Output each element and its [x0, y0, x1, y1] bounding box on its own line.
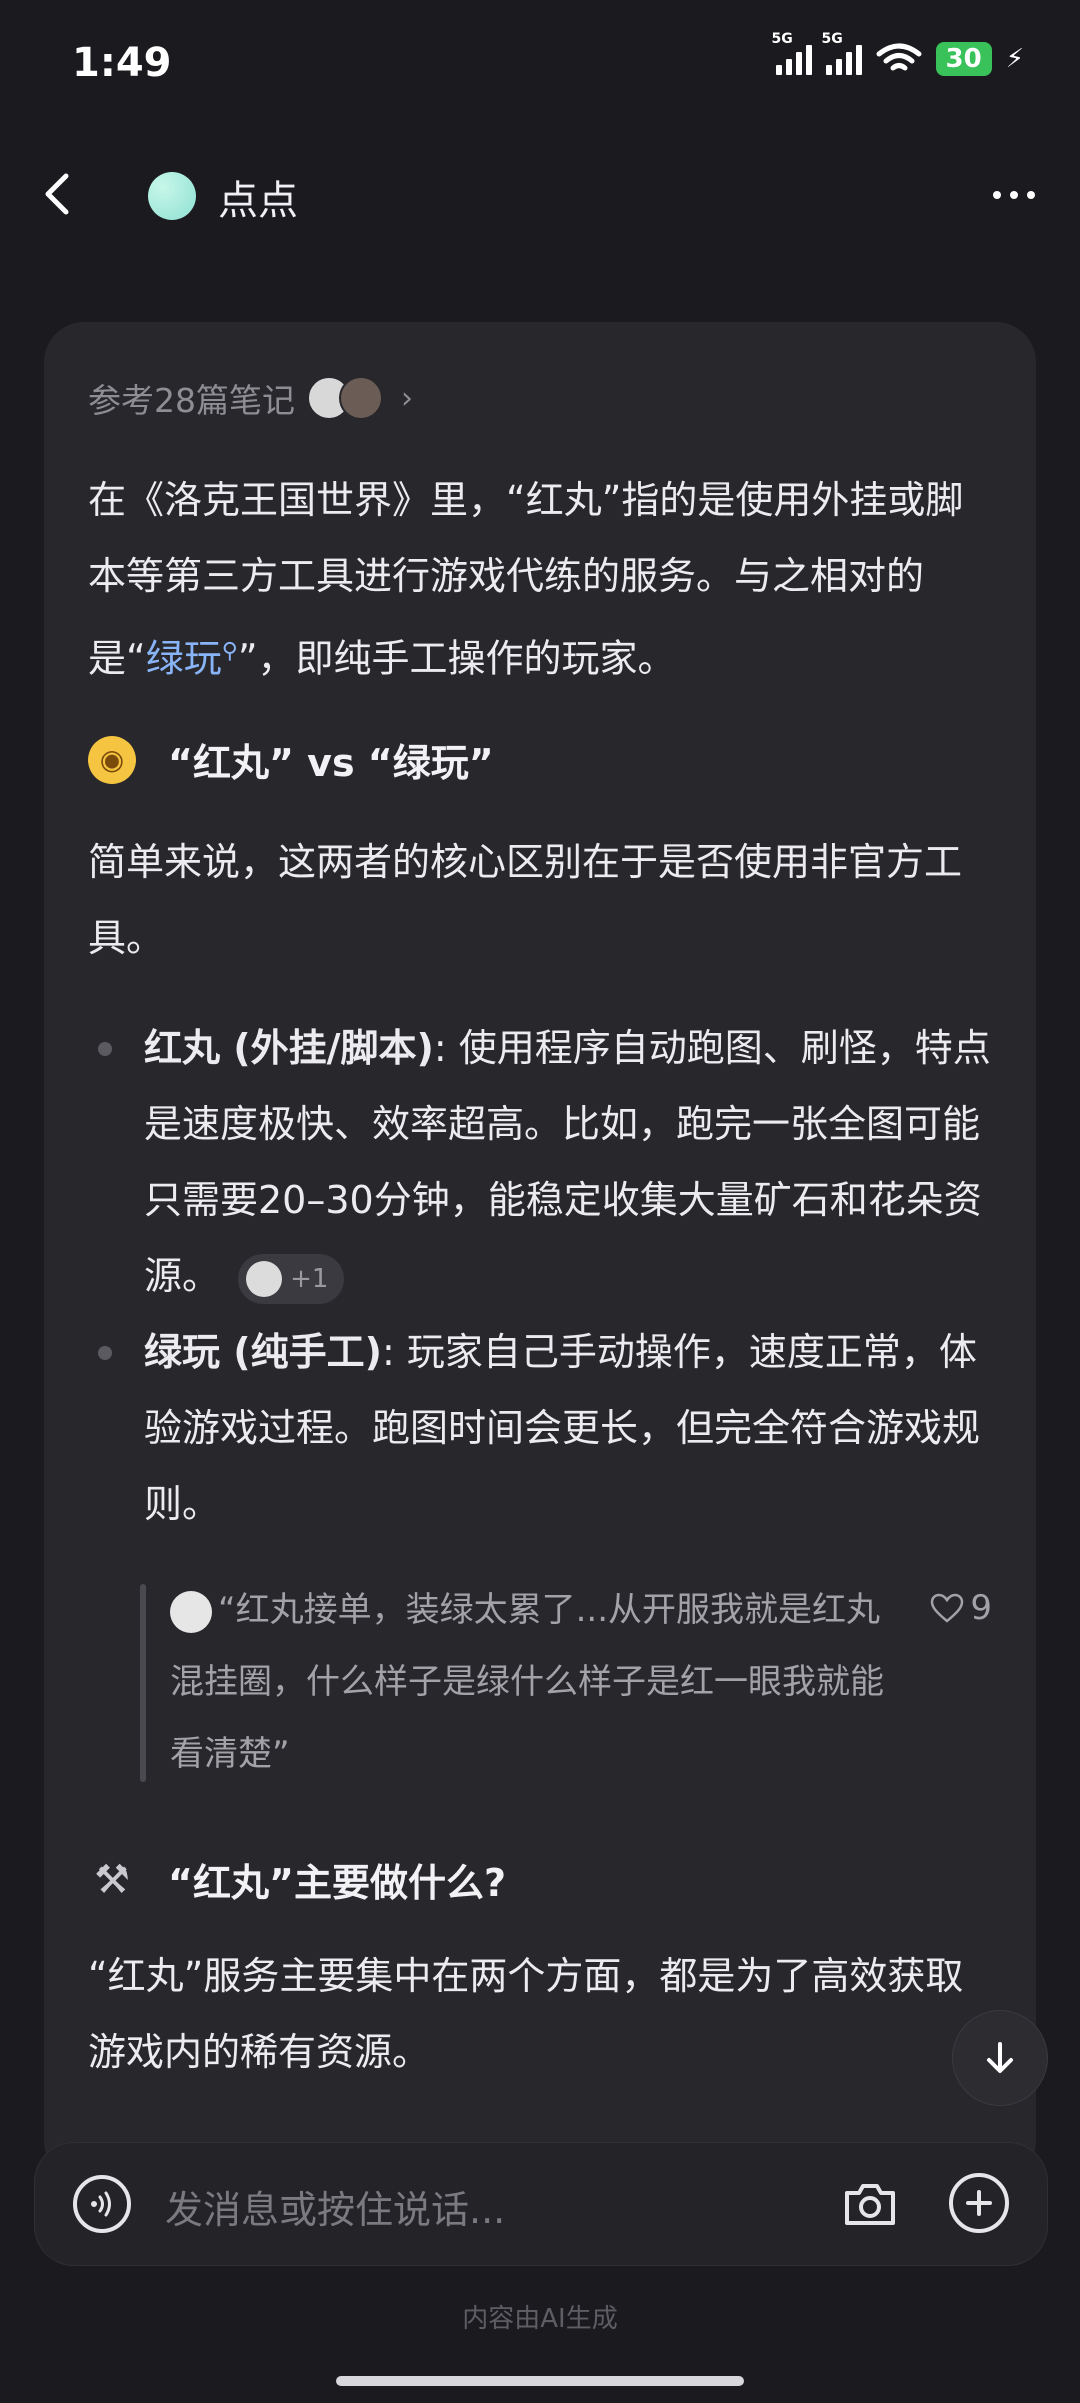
- avatar: [170, 1590, 212, 1633]
- section-heading: ◉ “红丸” vs “绿玩”: [88, 732, 494, 787]
- status-icons: 5G 5G 30 ⚡: [772, 31, 1024, 76]
- add-button[interactable]: [949, 2173, 1009, 2233]
- charging-icon: ⚡: [1005, 44, 1024, 74]
- references-row[interactable]: 参考28篇笔记 ›: [88, 374, 413, 422]
- message-input[interactable]: 发消息或按住说话...: [165, 2179, 505, 2234]
- like-button[interactable]: 9: [930, 1588, 992, 1628]
- dot-icon: [1010, 191, 1018, 199]
- voice-button[interactable]: [73, 2175, 131, 2233]
- top-nav: 点点: [0, 150, 1080, 240]
- more-options-button[interactable]: [984, 170, 1044, 220]
- heart-icon: [931, 1593, 964, 1623]
- chevron-right-icon: ›: [401, 380, 413, 416]
- list-item: 绿玩 (纯手工): 玩家自己手动操作，速度正常，体验游戏过程。跑图时间会更长，但…: [88, 1314, 992, 1542]
- arrow-down-icon: [987, 2042, 1013, 2073]
- back-button[interactable]: [30, 164, 90, 224]
- wifi-icon: [876, 43, 922, 71]
- bot-avatar[interactable]: [148, 172, 196, 220]
- list-item: 红丸 (外挂/脚本): 使用程序自动跑图、刷怪，特点是速度极快、效率超高。比如，…: [88, 1010, 992, 1314]
- bullet-icon: [98, 1042, 112, 1056]
- hammer-wrench-icon: ⚒: [94, 1856, 130, 1903]
- ai-disclaimer: 内容由AI生成: [462, 2304, 618, 2334]
- home-indicator[interactable]: [336, 2376, 744, 2386]
- answer-card: 参考28篇笔记 › 在《洛克王国世界》里，“红丸”指的是使用外挂或脚本等第三方工…: [44, 322, 1036, 2182]
- avatar: [339, 376, 383, 420]
- monocle-face-icon: ◉: [88, 735, 136, 784]
- cellular-signal-icon: 5G: [772, 31, 812, 75]
- plus-icon: [966, 2190, 992, 2216]
- section-paragraph: “红丸”服务主要集中在两个方面，都是为了高效获取游戏内的稀有资源。: [88, 1954, 964, 2074]
- source-chip[interactable]: +1: [238, 1253, 345, 1304]
- camera-icon: [845, 2184, 895, 2225]
- section-paragraph: 简单来说，这两者的核心区别在于是否使用非官方工具。: [88, 840, 963, 960]
- chevron-left-icon: [45, 173, 69, 215]
- like-count: 9: [970, 1588, 992, 1628]
- quote-text: “红丸接单，装绿太累了...从开服我就是红丸混挂圈，什么样子是绿什么样子是红一眼…: [170, 1590, 884, 1774]
- message-input-bar: 发消息或按住说话...: [34, 2142, 1048, 2266]
- search-icon[interactable]: ⚲: [222, 639, 238, 664]
- camera-button[interactable]: [841, 2175, 899, 2233]
- quoted-note[interactable]: “红丸接单，装绿太累了...从开服我就是红丸混挂圈，什么样子是绿什么样子是红一眼…: [140, 1584, 992, 1782]
- bullet-icon: [98, 1346, 112, 1360]
- cellular-signal-icon: 5G: [822, 31, 862, 75]
- status-bar: 1:49 5G 5G 30 ⚡: [0, 0, 1080, 130]
- dot-icon: [1027, 191, 1035, 199]
- avatar: [246, 1260, 283, 1297]
- dot-icon: [993, 191, 1001, 199]
- sound-wave-icon: [91, 2191, 111, 2217]
- quote-bar: [140, 1584, 146, 1782]
- reference-avatars: [307, 376, 383, 420]
- scroll-down-button[interactable]: [952, 2010, 1048, 2106]
- bot-name[interactable]: 点点: [218, 168, 298, 226]
- section-heading: ⚒ “红丸”主要做什么?: [88, 1852, 506, 1907]
- battery-indicator: 30: [935, 42, 992, 76]
- references-label: 参考28篇笔记: [88, 381, 295, 420]
- status-time: 1:49: [72, 40, 172, 86]
- intro-paragraph: 在《洛克王国世界》里，“红丸”指的是使用外挂或脚本等第三方工具进行游戏代练的服务…: [88, 478, 964, 681]
- glossary-link[interactable]: 绿玩: [146, 637, 222, 681]
